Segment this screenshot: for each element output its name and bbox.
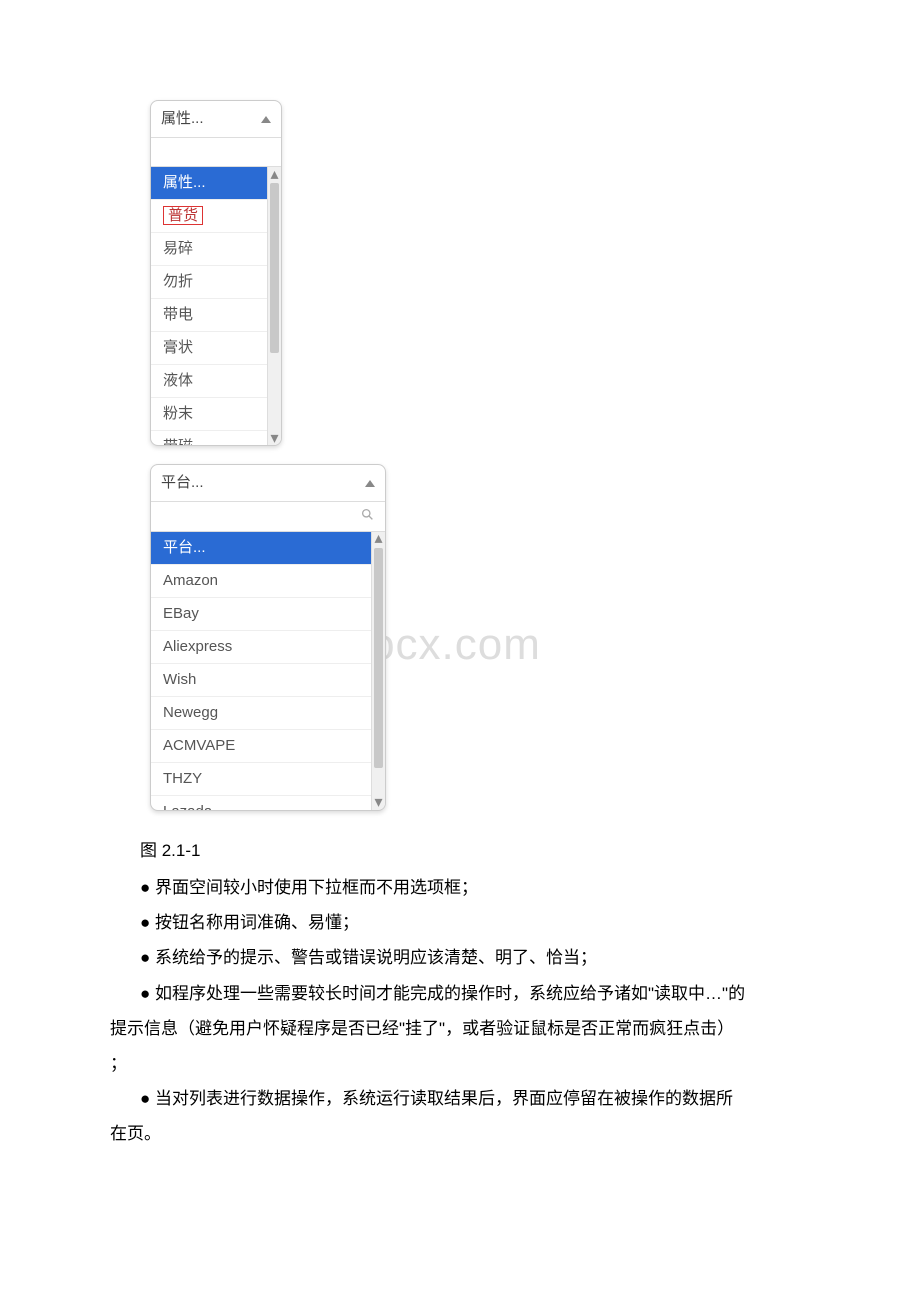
- paragraph-text: 当对列表进行数据操作，系统运行读取结果后，界面应停留在被操作的数据所: [140, 1085, 810, 1112]
- dropdown-item[interactable]: THZY: [151, 763, 385, 796]
- bullet-text: 按钮名称用词准确、易懂；: [140, 909, 810, 936]
- scrollbar[interactable]: ▴ ▾: [267, 167, 281, 445]
- dropdown-search-row: [151, 138, 281, 167]
- scroll-down-icon[interactable]: ▾: [268, 431, 281, 445]
- scroll-thumb[interactable]: [374, 548, 383, 768]
- paragraph-text: 如程序处理一些需要较长时间才能完成的操作时，系统应给予诸如"读取中…"的: [140, 980, 810, 1007]
- search-icon: [361, 505, 380, 527]
- paragraph-text: ；: [110, 1050, 810, 1077]
- dropdown-item[interactable]: 带磁: [151, 431, 281, 445]
- dropdown-item[interactable]: 液体: [151, 365, 281, 398]
- dropdown-item[interactable]: 带电: [151, 299, 281, 332]
- dropdown-item[interactable]: 平台...: [151, 532, 385, 565]
- scroll-thumb[interactable]: [270, 183, 279, 353]
- bullet-text: 系统给予的提示、警告或错误说明应该清楚、明了、恰当；: [140, 944, 810, 971]
- dropdown-item[interactable]: 粉末: [151, 398, 281, 431]
- dropdown-list: 平台... Amazon EBay Aliexpress Wish Newegg…: [151, 532, 385, 810]
- attribute-dropdown: 属性... 属性... 普货 易碎 勿折 带电 膏状 液体 粉末 带磁 刀具 ▴…: [150, 100, 282, 446]
- scroll-down-icon[interactable]: ▾: [372, 796, 385, 810]
- scroll-up-icon[interactable]: ▴: [268, 167, 281, 181]
- dropdown-search-row: [151, 502, 385, 531]
- figure-caption: 图 2.1-1: [140, 837, 810, 864]
- dropdown-item[interactable]: EBay: [151, 598, 385, 631]
- dropdown-header-label: 平台...: [161, 471, 204, 495]
- dropdown-search-input[interactable]: [156, 506, 361, 528]
- dropdown-search-input[interactable]: [156, 141, 282, 163]
- dropdown-header-button[interactable]: 属性...: [151, 101, 281, 138]
- dropdown-item-highlighted[interactable]: 普货: [151, 200, 281, 233]
- dropdown-item[interactable]: Aliexpress: [151, 631, 385, 664]
- dropdown-item[interactable]: Wish: [151, 664, 385, 697]
- chevron-up-icon: [365, 480, 375, 487]
- document-text: 图 2.1-1 界面空间较小时使用下拉框而不用选项框； 按钮名称用词准确、易懂；…: [110, 837, 810, 1148]
- dropdown-item[interactable]: Newegg: [151, 697, 385, 730]
- dropdown-item[interactable]: 膏状: [151, 332, 281, 365]
- dropdown-header-label: 属性...: [161, 107, 204, 131]
- bullet-text: 界面空间较小时使用下拉框而不用选项框；: [140, 874, 810, 901]
- dropdown-item[interactable]: ACMVAPE: [151, 730, 385, 763]
- platform-dropdown: 平台... 平台... Amazon EBay Aliexpress Wish …: [150, 464, 386, 810]
- scrollbar[interactable]: ▴ ▾: [371, 532, 385, 810]
- dropdown-item[interactable]: Lazada: [151, 796, 385, 810]
- paragraph-text: 提示信息（避免用户怀疑程序是否已经"挂了"，或者验证鼠标是否正常而疯狂点击）: [110, 1015, 810, 1042]
- chevron-up-icon: [261, 116, 271, 123]
- dropdown-item[interactable]: Amazon: [151, 565, 385, 598]
- scroll-up-icon[interactable]: ▴: [372, 532, 385, 546]
- dropdown-item[interactable]: 易碎: [151, 233, 281, 266]
- paragraph-text: 在页。: [110, 1120, 810, 1147]
- dropdown-list: 属性... 普货 易碎 勿折 带电 膏状 液体 粉末 带磁 刀具 ▴ ▾: [151, 167, 281, 445]
- dropdown-item[interactable]: 勿折: [151, 266, 281, 299]
- dropdown-header-button[interactable]: 平台...: [151, 465, 385, 502]
- dropdown-item[interactable]: 属性...: [151, 167, 281, 200]
